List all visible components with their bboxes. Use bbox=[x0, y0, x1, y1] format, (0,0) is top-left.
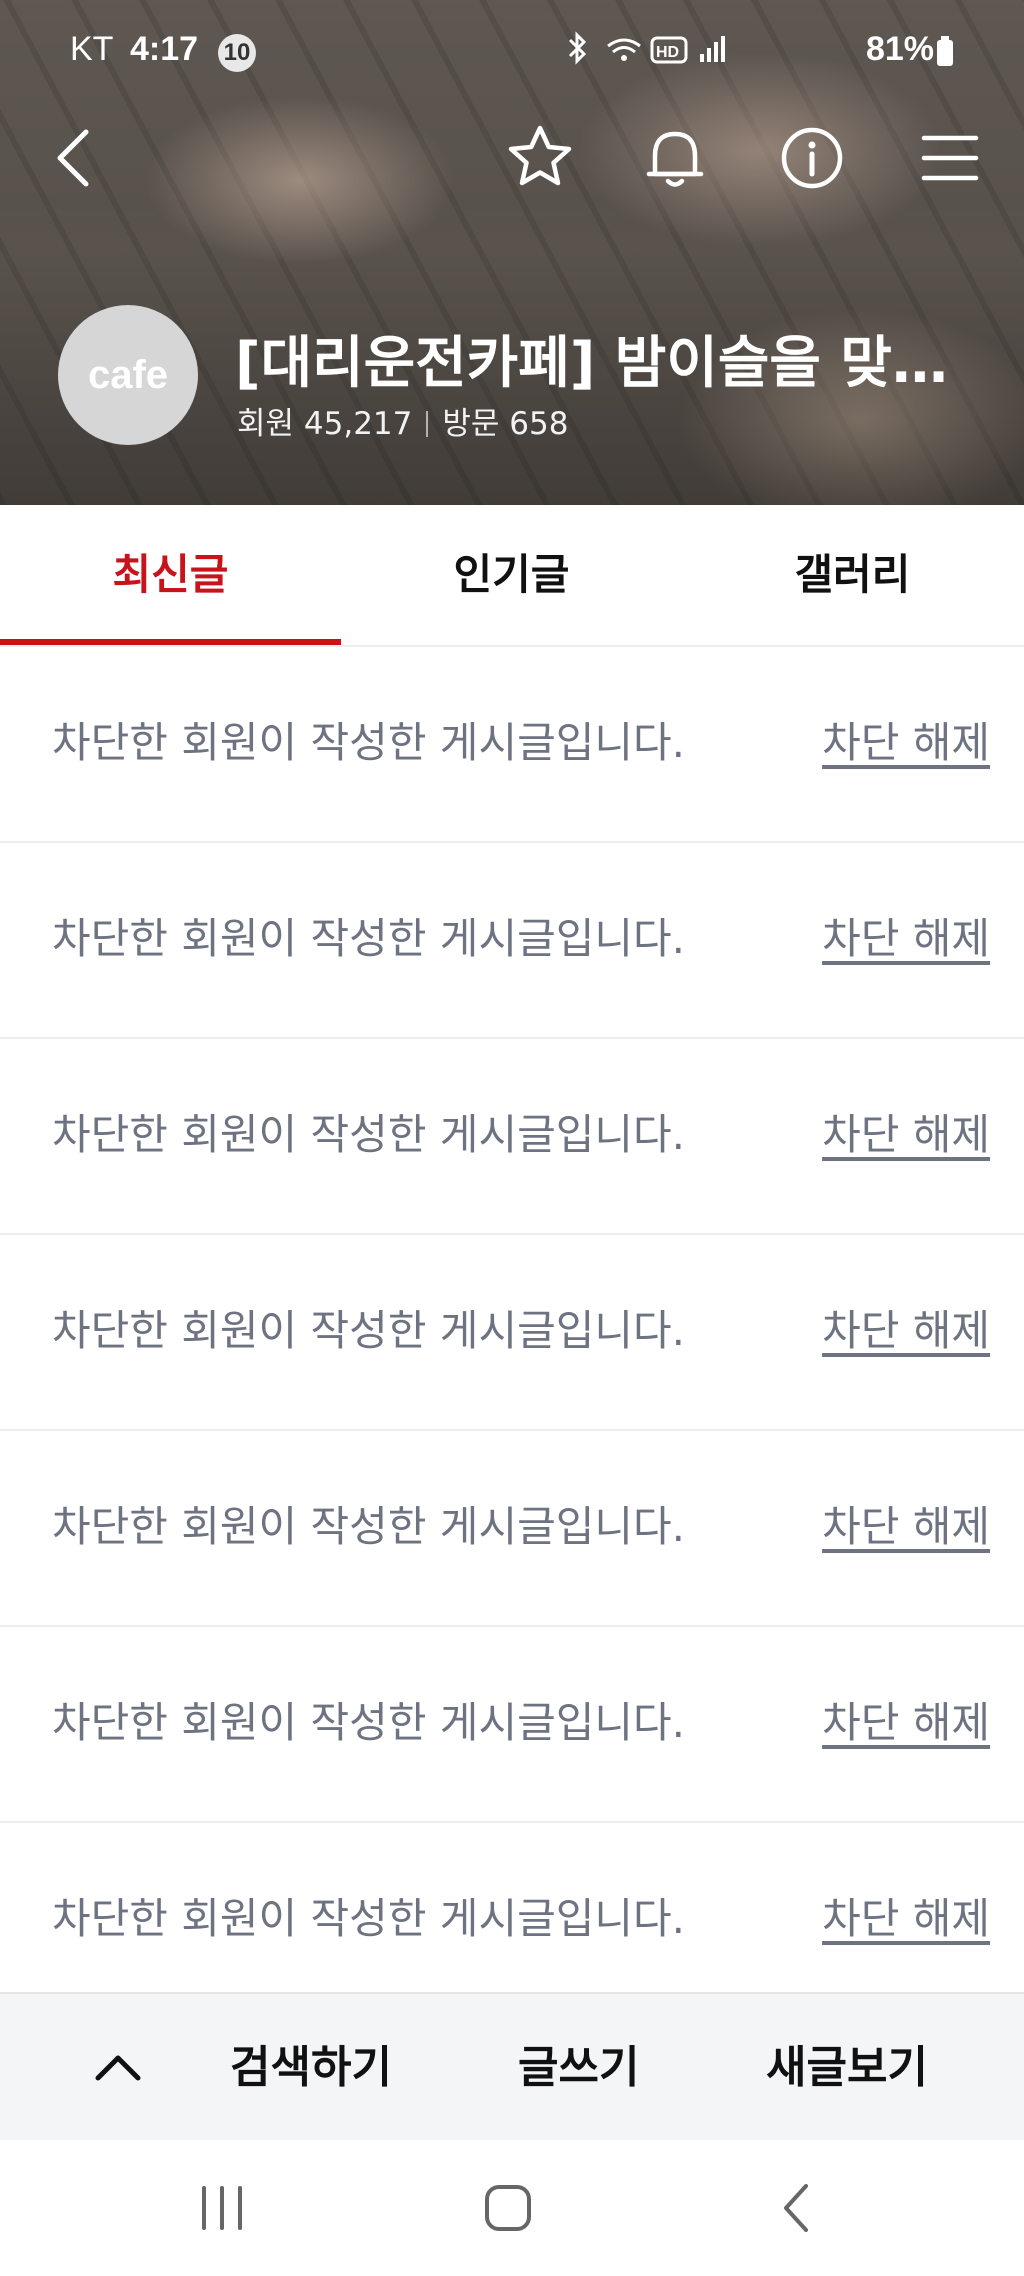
search-button[interactable]: 검색하기 bbox=[230, 1994, 392, 2142]
system-back-icon[interactable] bbox=[766, 2178, 826, 2238]
active-tab-indicator bbox=[0, 639, 341, 645]
info-icon[interactable] bbox=[772, 118, 852, 198]
tab-latest[interactable]: 최신글 bbox=[0, 505, 341, 645]
blocked-post-message: 차단한 회원이 작성한 게시글입니다. bbox=[52, 1306, 686, 1355]
post-list: 차단한 회원이 작성한 게시글입니다. 차단 해제 차단한 회원이 작성한 게시… bbox=[0, 647, 1024, 2017]
list-item: 차단한 회원이 작성한 게시글입니다. 차단 해제 bbox=[0, 1235, 1024, 1431]
board-tabs: 최신글 인기글 갤러리 bbox=[0, 505, 1024, 647]
write-post-button[interactable]: 글쓰기 bbox=[518, 1994, 639, 2142]
battery-icon bbox=[937, 36, 953, 66]
unblock-link[interactable]: 차단 해제 bbox=[822, 647, 990, 839]
unblock-link[interactable]: 차단 해제 bbox=[822, 1039, 990, 1231]
tab-gallery[interactable]: 갤러리 bbox=[682, 505, 1023, 645]
unblock-link[interactable]: 차단 해제 bbox=[822, 1823, 990, 2015]
cafe-title[interactable]: [대리운전카페] 밤이슬을 맞… bbox=[235, 318, 995, 399]
cafe-stats: 회원 45,217 방문 658 bbox=[237, 398, 568, 443]
unblock-link[interactable]: 차단 해제 bbox=[822, 1431, 990, 1623]
blocked-post-message: 차단한 회원이 작성한 게시글입니다. bbox=[52, 1110, 686, 1159]
unblock-link[interactable]: 차단 해제 bbox=[822, 1627, 990, 1819]
header-navigation bbox=[0, 118, 1024, 198]
bottom-toolbar: 검색하기 글쓰기 새글보기 bbox=[0, 1992, 1024, 2142]
notification-count-badge: 10 bbox=[218, 34, 256, 72]
new-posts-button[interactable]: 새글보기 bbox=[766, 1994, 928, 2142]
blocked-post-message: 차단한 회원이 작성한 게시글입니다. bbox=[52, 1894, 686, 1943]
recent-apps-icon[interactable] bbox=[192, 2178, 252, 2238]
list-item: 차단한 회원이 작성한 게시글입니다. 차단 해제 bbox=[0, 1039, 1024, 1235]
svg-text:HD: HD bbox=[656, 44, 679, 61]
cafe-logo[interactable]: cafe bbox=[58, 305, 198, 445]
tab-popular[interactable]: 인기글 bbox=[341, 505, 682, 645]
unblock-link[interactable]: 차단 해제 bbox=[822, 843, 990, 1035]
list-item: 차단한 회원이 작성한 게시글입니다. 차단 해제 bbox=[0, 1823, 1024, 2017]
clock: 4:17 bbox=[130, 30, 199, 68]
list-item: 차단한 회원이 작성한 게시글입니다. 차단 해제 bbox=[0, 647, 1024, 843]
blocked-post-message: 차단한 회원이 작성한 게시글입니다. bbox=[52, 914, 686, 963]
bell-icon[interactable] bbox=[635, 118, 715, 198]
blocked-post-message: 차단한 회원이 작성한 게시글입니다. bbox=[52, 1698, 686, 1747]
visit-count: 방문 658 bbox=[442, 406, 569, 442]
status-bar: KT 4:17 10 HD 81% bbox=[0, 0, 1024, 100]
blocked-post-message: 차단한 회원이 작성한 게시글입니다. bbox=[52, 718, 686, 767]
list-item: 차단한 회원이 작성한 게시글입니다. 차단 해제 bbox=[0, 843, 1024, 1039]
battery-level: 81% bbox=[865, 30, 934, 68]
cafe-header: KT 4:17 10 HD 81% cafe [대리운전카페] 밤이슬을 맞… … bbox=[0, 0, 1024, 505]
system-navigation-bar bbox=[0, 2140, 1024, 2276]
back-chevron-icon[interactable] bbox=[34, 118, 114, 198]
unblock-link[interactable]: 차단 해제 bbox=[822, 1235, 990, 1427]
carrier-label: KT bbox=[70, 30, 114, 68]
list-item: 차단한 회원이 작성한 게시글입니다. 차단 해제 bbox=[0, 1627, 1024, 1823]
connectivity-icons: HD bbox=[568, 31, 725, 65]
member-count: 회원 45,217 bbox=[237, 406, 413, 442]
blocked-post-message: 차단한 회원이 작성한 게시글입니다. bbox=[52, 1502, 686, 1551]
home-icon[interactable] bbox=[478, 2178, 538, 2238]
stats-divider bbox=[426, 411, 429, 437]
list-item: 차단한 회원이 작성한 게시글입니다. 차단 해제 bbox=[0, 1431, 1024, 1627]
star-icon[interactable] bbox=[500, 118, 580, 198]
hamburger-menu-icon[interactable] bbox=[910, 118, 990, 198]
chevron-up-icon[interactable] bbox=[78, 2028, 158, 2108]
